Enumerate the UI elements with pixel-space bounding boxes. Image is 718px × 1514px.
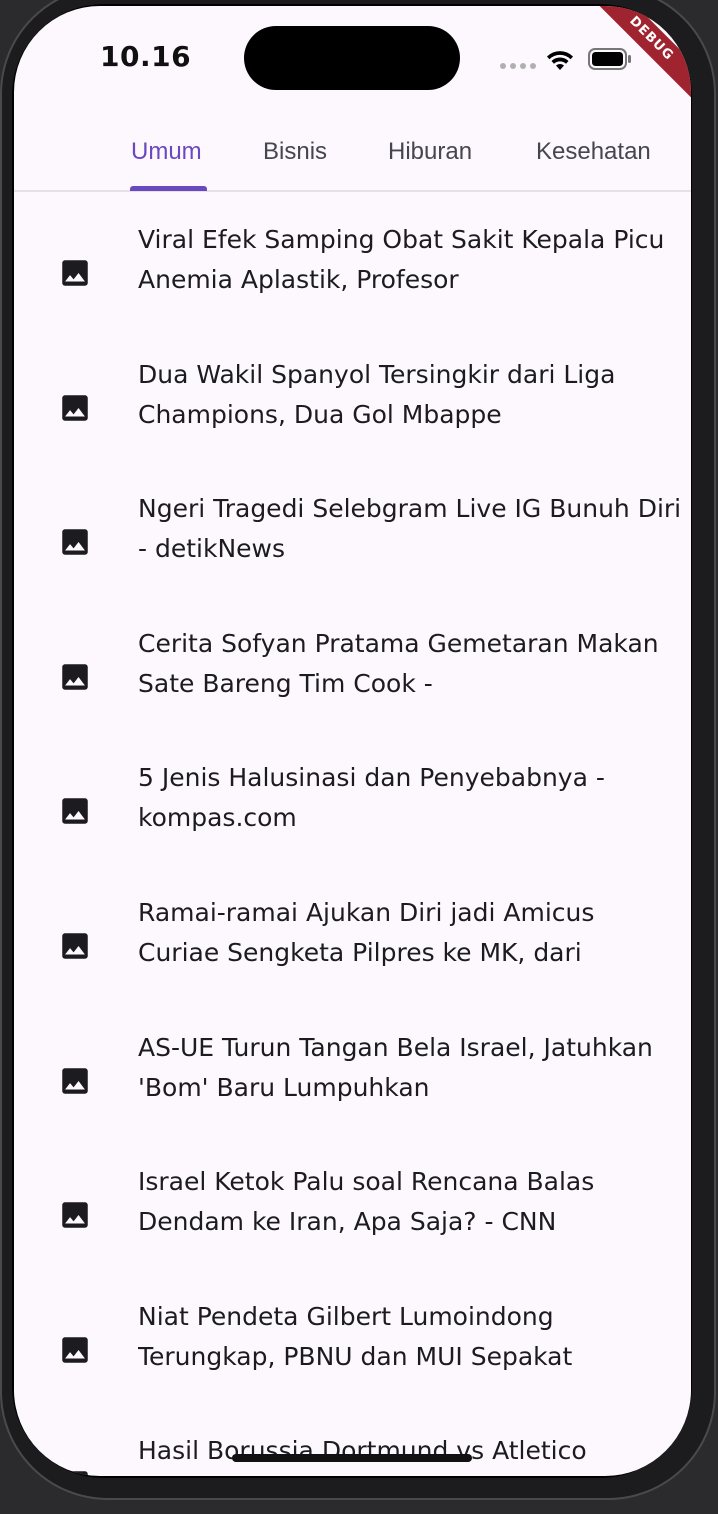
- news-title: AS-UE Turun Tangan Bela Israel, Jatuhkan…: [138, 1032, 653, 1102]
- list-item[interactable]: Viral Efek Samping Obat Sakit Kepala Pic…: [14, 192, 691, 327]
- image-icon: [62, 1067, 88, 1094]
- list-item[interactable]: Dua Wakil Spanyol Tersingkir dari Liga C…: [14, 327, 691, 462]
- news-title: Viral Efek Samping Obat Sakit Kepala Pic…: [138, 225, 665, 294]
- news-title: Hasil Borussia Dortmund vs Atletico: [138, 1436, 587, 1466]
- app-screen: 10.16 DEBUG Umum Bisnis Hiburan Kesehata…: [14, 6, 691, 1476]
- image-icon: [62, 529, 88, 555]
- dynamic-island: [244, 26, 460, 90]
- image-icon: [62, 664, 88, 690]
- list-item[interactable]: Ramai-ramai Ajukan Diri jadi Amicus Curi…: [14, 865, 691, 1000]
- news-title: Niat Pendeta Gilbert Lumoindong Terungka…: [138, 1301, 573, 1371]
- image-icon: [62, 1471, 88, 1476]
- tab-kesehatan[interactable]: Kesehatan: [536, 138, 651, 166]
- list-item[interactable]: AS-UE Turun Tangan Bela Israel, Jatuhkan…: [14, 1000, 691, 1135]
- news-title: 5 Jenis Halusinasi dan Penyebabnya - kom…: [138, 763, 605, 833]
- signal-dots-icon: [500, 63, 536, 69]
- list-item[interactable]: Israel Ketok Palu soal Rencana Balas Den…: [14, 1134, 691, 1269]
- category-tab-bar: Umum Bisnis Hiburan Kesehatan: [14, 124, 691, 192]
- wifi-icon: [547, 51, 573, 70]
- news-list: Viral Efek Samping Obat Sakit Kepala Pic…: [14, 192, 691, 1476]
- list-item[interactable]: Cerita Sofyan Pratama Gemetaran Makan Sa…: [14, 596, 691, 731]
- list-item[interactable]: Hasil Borussia Dortmund vs Atletico: [14, 1403, 691, 1476]
- tab-umum[interactable]: Umum: [131, 138, 202, 166]
- list-item[interactable]: 5 Jenis Halusinasi dan Penyebabnya - kom…: [14, 730, 691, 865]
- news-title: Israel Ketok Palu soal Rencana Balas Den…: [138, 1167, 595, 1237]
- news-title: Cerita Sofyan Pratama Gemetaran Makan Sa…: [138, 628, 659, 698]
- home-indicator[interactable]: [232, 1454, 472, 1462]
- image-icon: [62, 1202, 88, 1228]
- image-icon: [62, 260, 88, 286]
- status-time: 10.16: [100, 40, 192, 73]
- tab-bisnis[interactable]: Bisnis: [263, 138, 327, 166]
- image-icon: [62, 798, 88, 825]
- image-icon: [62, 394, 88, 421]
- list-item[interactable]: Ngeri Tragedi Selebgram Live IG Bunuh Di…: [14, 461, 691, 596]
- list-item[interactable]: Niat Pendeta Gilbert Lumoindong Terungka…: [14, 1269, 691, 1404]
- news-title: Dua Wakil Spanyol Tersingkir dari Liga C…: [138, 359, 616, 429]
- battery-icon: [588, 48, 631, 70]
- image-icon: [62, 1337, 88, 1363]
- image-icon: [62, 933, 88, 959]
- news-title: Ngeri Tragedi Selebgram Live IG Bunuh Di…: [138, 494, 682, 564]
- active-tab-indicator: [130, 186, 207, 191]
- news-title: Ramai-ramai Ajukan Diri jadi Amicus Curi…: [138, 897, 595, 967]
- tab-hiburan[interactable]: Hiburan: [388, 138, 472, 166]
